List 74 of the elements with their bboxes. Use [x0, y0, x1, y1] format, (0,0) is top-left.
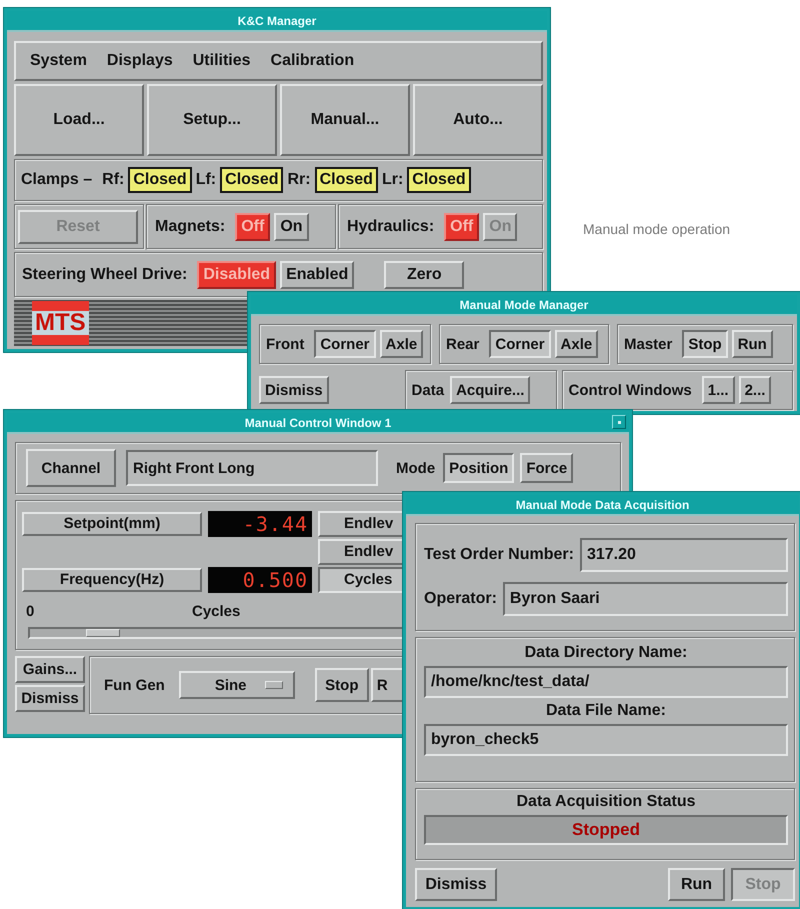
- label: 0: [26, 602, 36, 620]
- toggle-button[interactable]: Corner: [314, 330, 376, 358]
- status-indicator: Closed: [220, 167, 284, 193]
- label: Data Directory Name:: [524, 644, 688, 662]
- window-title: K&C Manager: [238, 14, 316, 28]
- toggle-button[interactable]: Run: [732, 330, 773, 358]
- button[interactable]: Manual...: [280, 84, 410, 156]
- slider-thumb[interactable]: [86, 629, 120, 637]
- toggle-button[interactable]: On: [274, 212, 309, 240]
- label: Clamps –: [21, 171, 92, 189]
- window-title: Manual Control Window 1: [244, 416, 392, 430]
- label: Rr:: [287, 171, 311, 189]
- button[interactable]: Auto...: [413, 84, 543, 156]
- button[interactable]: 2...: [738, 376, 772, 404]
- label: Master: [624, 336, 672, 352]
- zero-button[interactable]: Zero: [384, 260, 464, 288]
- button[interactable]: Channel: [26, 449, 116, 487]
- toggle-button[interactable]: Axle: [554, 330, 598, 358]
- button[interactable]: Acquire...: [450, 376, 530, 404]
- button[interactable]: Dismiss: [415, 868, 497, 901]
- toggle-button[interactable]: Enabled: [280, 260, 354, 288]
- led-display: 0.500: [208, 566, 312, 592]
- menu-item[interactable]: Displays: [106, 52, 173, 70]
- button[interactable]: Run: [668, 868, 725, 901]
- window-title: Manual Mode Data Acquisition: [516, 498, 690, 512]
- text-field[interactable]: 317.20: [580, 538, 788, 572]
- status-indicator: Closed: [407, 167, 471, 193]
- label: Fun Gen: [104, 676, 165, 694]
- label: Cycles: [192, 602, 240, 620]
- window-title: Manual Mode Manager: [460, 298, 588, 312]
- label: Hydraulics:: [347, 218, 434, 236]
- label: Magnets:: [155, 218, 226, 236]
- minimize-icon[interactable]: [612, 415, 626, 429]
- toggle-button[interactable]: Corner: [489, 330, 551, 358]
- button[interactable]: 1...: [702, 376, 735, 404]
- label: Data Acquisition Status: [516, 793, 696, 811]
- button[interactable]: Dismiss: [259, 376, 329, 404]
- button[interactable]: Setup...: [147, 84, 277, 156]
- status-indicator: Closed: [128, 167, 192, 193]
- text-field[interactable]: /home/knc/test_data/: [424, 666, 788, 698]
- button[interactable]: Stop: [314, 668, 369, 702]
- label: Data File Name:: [544, 702, 668, 720]
- label: Rear: [446, 336, 480, 352]
- menu-item[interactable]: Calibration: [270, 52, 354, 70]
- label: Rf:: [102, 171, 124, 189]
- label: Data: [412, 382, 444, 398]
- dropdown-indicator-icon: [264, 681, 283, 689]
- text-field[interactable]: Right Front Long: [126, 450, 378, 486]
- toggle-button[interactable]: Position: [443, 453, 514, 483]
- label: Front: [266, 336, 304, 352]
- label: Control Windows: [568, 382, 692, 398]
- button[interactable]: Frequency(Hz): [22, 568, 202, 592]
- menu-item[interactable]: System: [30, 52, 87, 70]
- toggle-button[interactable]: Stop: [682, 330, 728, 358]
- status-indicator: Closed: [314, 167, 378, 193]
- logo: MTS: [32, 301, 89, 345]
- toggle-button[interactable]: Axle: [380, 330, 424, 358]
- caption: Manual mode operation: [583, 221, 730, 237]
- label: Lf:: [196, 171, 216, 189]
- led-display: -3.44: [208, 510, 312, 536]
- label: Lr:: [382, 171, 404, 189]
- button[interactable]: Setpoint(mm): [22, 512, 202, 536]
- text-field[interactable]: Byron Saari: [502, 582, 788, 616]
- button[interactable]: Dismiss: [15, 685, 85, 712]
- dropdown[interactable]: Sine: [178, 671, 295, 699]
- toggle-button[interactable]: Force: [520, 453, 574, 483]
- button[interactable]: Gains...: [15, 656, 85, 683]
- label: Operator:: [424, 590, 497, 608]
- status-display: Stopped: [424, 815, 788, 845]
- label: Mode: [396, 460, 436, 476]
- text-field[interactable]: byron_check5: [424, 724, 788, 756]
- menu-item[interactable]: Utilities: [192, 52, 251, 70]
- label: Steering Wheel Drive:: [22, 266, 188, 284]
- button[interactable]: Load...: [14, 84, 144, 156]
